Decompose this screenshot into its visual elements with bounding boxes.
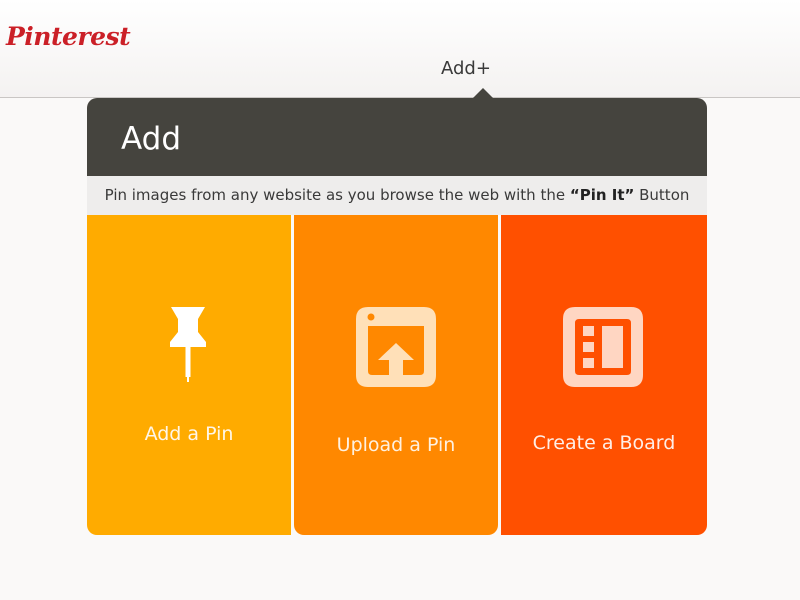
create-a-board-label: Create a Board bbox=[532, 432, 676, 454]
pin-it-button-link[interactable]: “Pin It” bbox=[570, 186, 635, 204]
pinterest-logo[interactable]: Pinterest bbox=[6, 22, 131, 51]
upload-a-pin-button[interactable] bbox=[294, 215, 498, 535]
info-text-prefix: Pin images from any website as you brows… bbox=[104, 186, 570, 204]
upload-a-pin-label: Upload a Pin bbox=[336, 434, 456, 456]
popover-caret bbox=[473, 88, 493, 98]
top-bar: Pinterest Add+ bbox=[0, 0, 800, 98]
modal-header: Add bbox=[87, 98, 707, 176]
pin-it-info-bar: Pin images from any website as you brows… bbox=[87, 176, 707, 215]
add-a-pin-button[interactable] bbox=[87, 215, 291, 535]
modal-title: Add bbox=[121, 121, 182, 157]
info-text-suffix: Button bbox=[634, 186, 690, 204]
add-menu-button[interactable]: Add+ bbox=[441, 58, 491, 79]
board-icon bbox=[563, 307, 643, 387]
pushpin-icon bbox=[170, 307, 206, 382]
upload-icon bbox=[356, 307, 436, 387]
add-modal: Add Pin images from any website as you b… bbox=[87, 98, 707, 535]
create-a-board-button[interactable] bbox=[501, 215, 707, 535]
add-a-pin-label: Add a Pin bbox=[144, 423, 234, 445]
